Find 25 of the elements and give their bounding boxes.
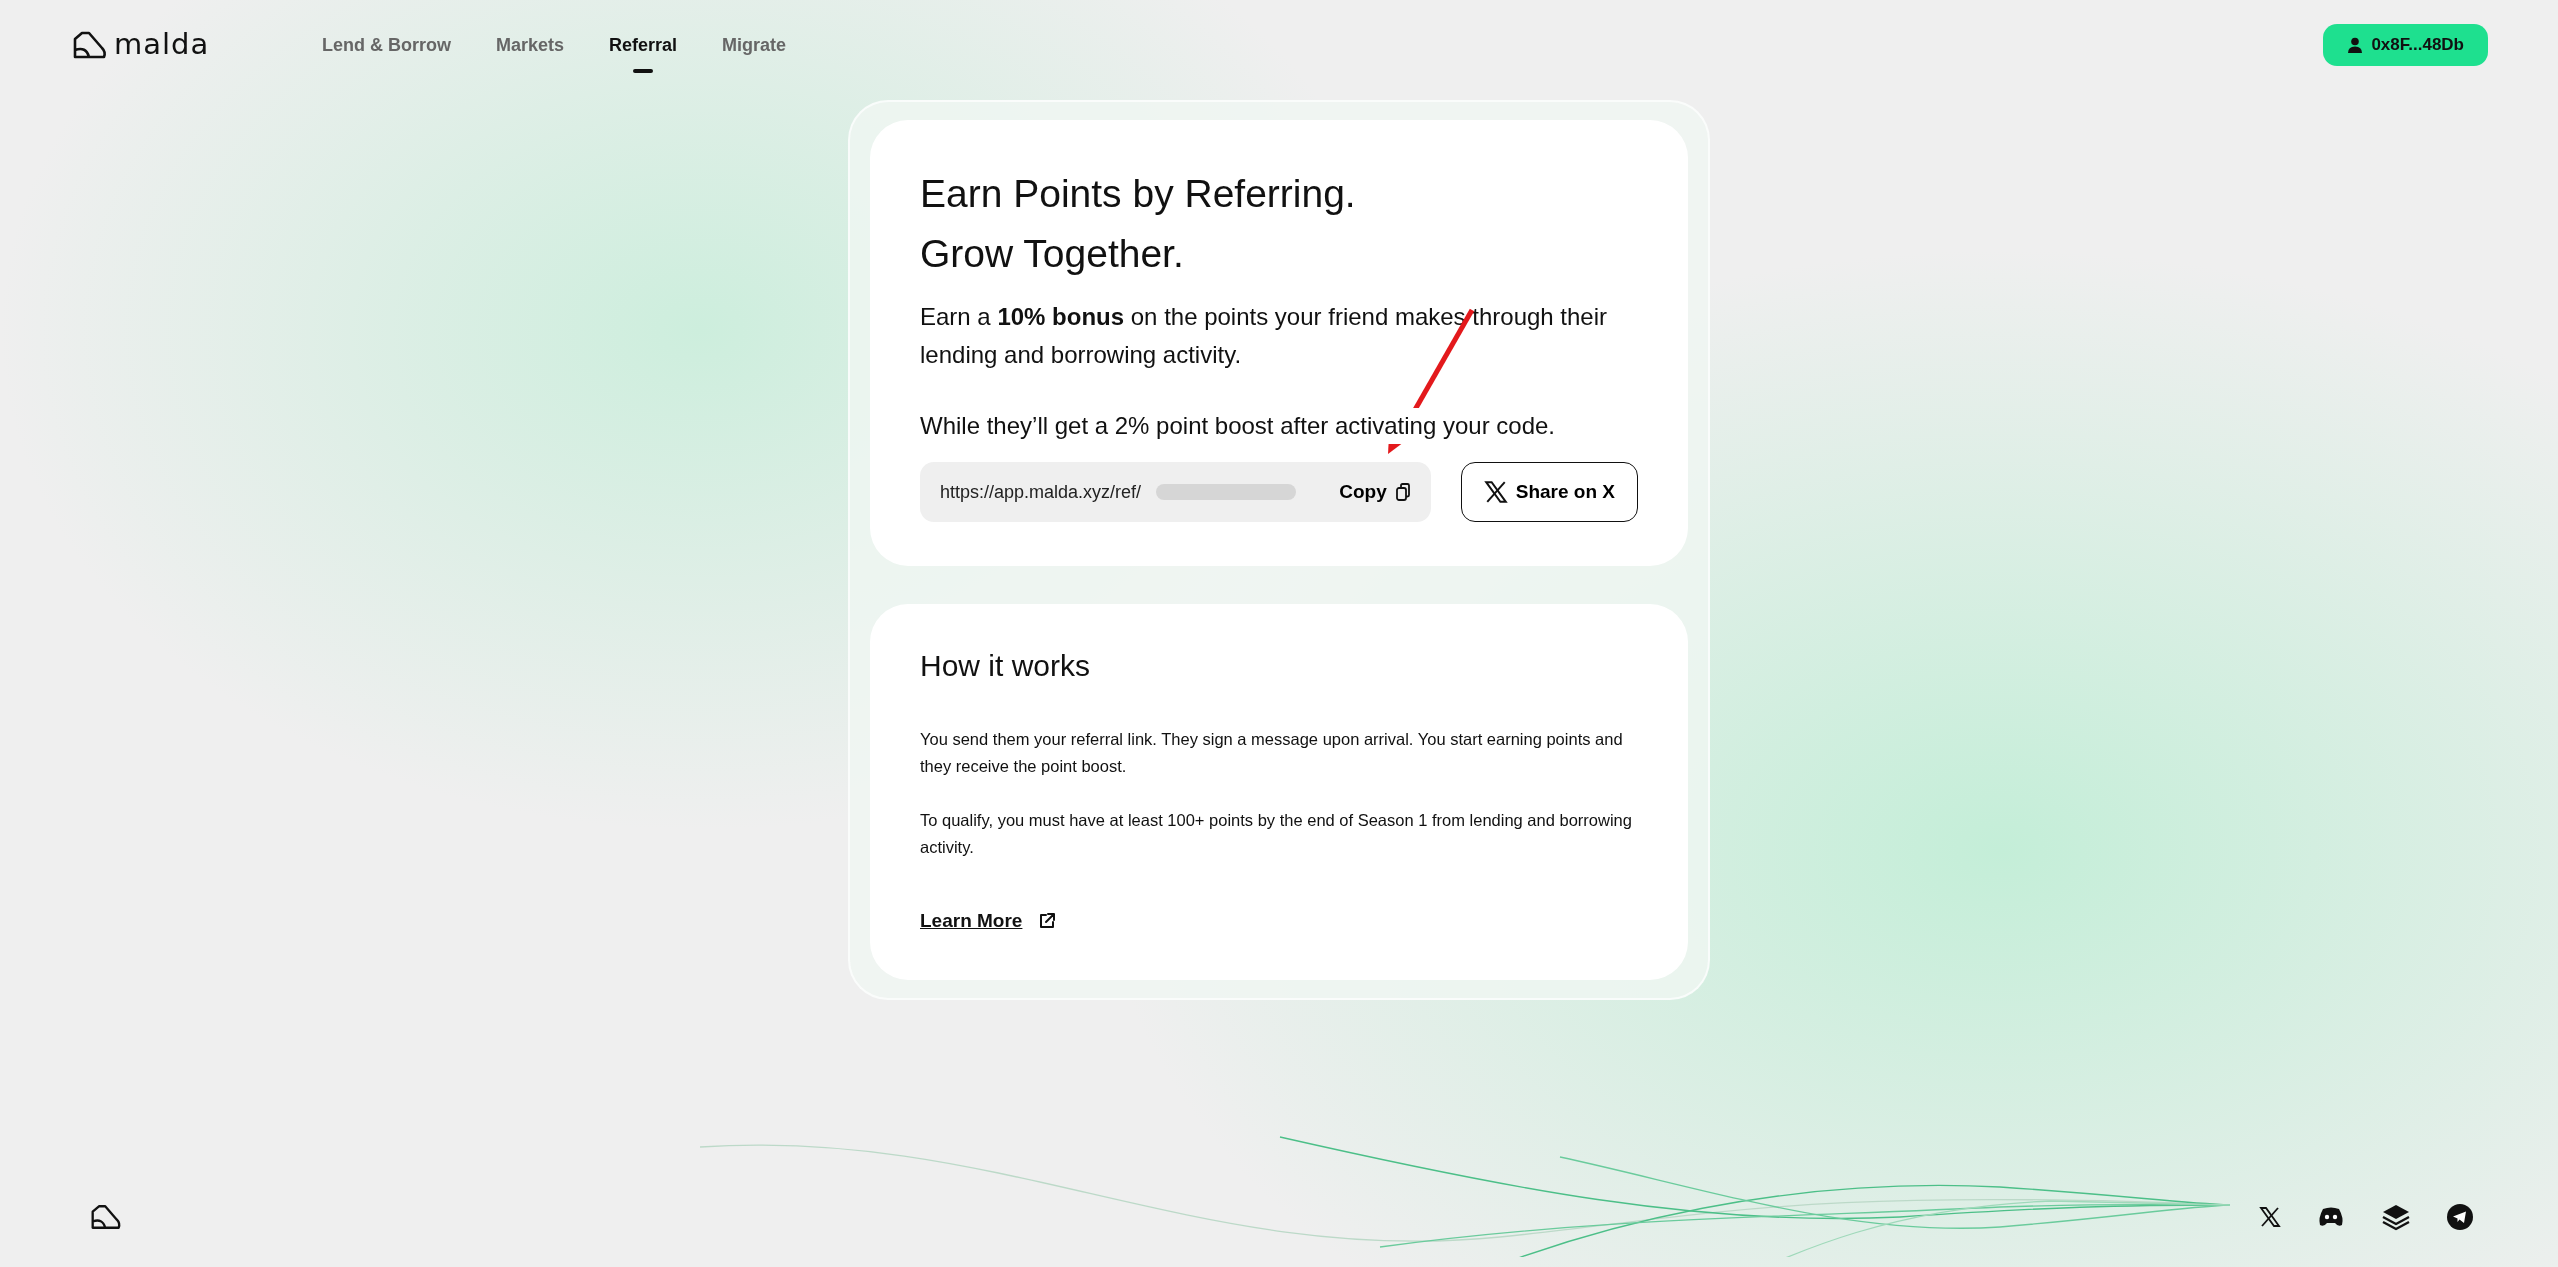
copy-icon bbox=[1394, 482, 1411, 502]
nav-link[interactable]: Migrate bbox=[722, 17, 787, 73]
share-button[interactable]: Share on X bbox=[1460, 462, 1638, 522]
wallet-button[interactable]: 0x8F...48Db bbox=[2323, 24, 2488, 66]
external-link-icon bbox=[1038, 912, 1057, 931]
paper-plane-icon[interactable] bbox=[2447, 1204, 2473, 1230]
brand-name: malda bbox=[114, 26, 210, 64]
paragraph-text: To qualify, you must have at least 100+ points by the end of Season 1 from lending and borrowing activity. bbox=[920, 810, 1633, 858]
user-icon bbox=[2347, 37, 2364, 53]
paragraph-text: You send them your referral link. They sign a message upon arrival. You start earning points and they receive the point boost. bbox=[920, 729, 1624, 777]
x-icon[interactable] bbox=[2259, 1206, 2281, 1228]
copy-button[interactable]: Copy bbox=[1339, 477, 1411, 507]
nav-link[interactable]: Referral bbox=[609, 17, 678, 73]
nav-link[interactable]: Lend & Borrow bbox=[322, 17, 451, 73]
heading-line: Earn Points by Referring. bbox=[920, 171, 1357, 217]
referral-link-field[interactable]: https://app.malda.xyz/ref/ Copy bbox=[920, 462, 1431, 522]
nav-link[interactable]: Markets bbox=[496, 17, 565, 73]
section-title: How it works bbox=[920, 648, 1092, 684]
learn-more-link[interactable]: Learn More bbox=[920, 907, 1023, 936]
description-text: Earn a 10% bonus on the points your friend makes through their lending and borrowing activity. bbox=[920, 302, 1609, 370]
x-icon bbox=[1483, 480, 1508, 504]
note-text: While they’ll get a 2% point boost after activating your code. bbox=[920, 408, 1555, 444]
stack-icon[interactable] bbox=[2381, 1203, 2411, 1231]
heading-line: Grow Together. bbox=[920, 231, 1185, 277]
controller-icon[interactable] bbox=[2317, 1206, 2345, 1228]
